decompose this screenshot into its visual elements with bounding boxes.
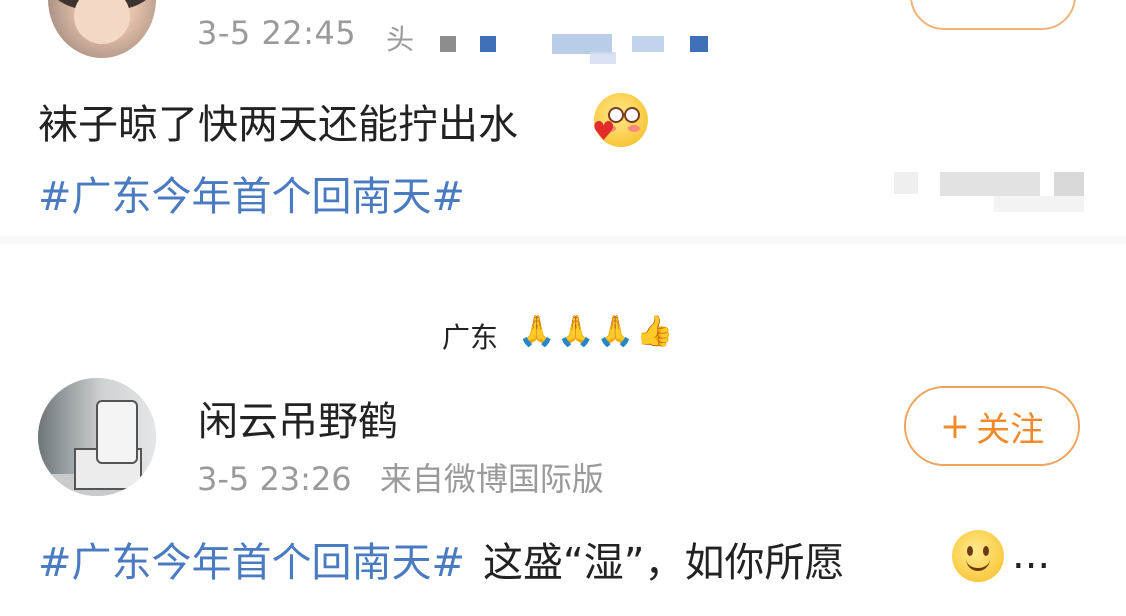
hashtag-link[interactable]: #广东今年首个回南天# xyxy=(38,540,465,586)
post-text: 这盛“湿”，如你所愿 xyxy=(483,540,845,586)
plus-icon: + xyxy=(939,405,971,447)
avatar[interactable] xyxy=(48,0,156,58)
post-source: 来自微博国际版 xyxy=(379,460,604,498)
blurred-content xyxy=(894,172,1090,212)
post-source: 头 xyxy=(386,23,415,56)
section-divider xyxy=(0,236,1126,244)
avatar-figure xyxy=(96,400,138,464)
post-body: #广东今年首个回南天# 这盛“湿”，如你所愿 xyxy=(38,530,844,588)
avatar-face xyxy=(74,0,130,44)
blushing-heart-emoji-icon: ♥ xyxy=(592,93,648,147)
post-timestamp: 3-5 22:45 xyxy=(197,14,357,52)
avatar[interactable] xyxy=(38,378,156,496)
username[interactable]: 闲云吊野鹤 xyxy=(198,389,398,447)
follow-button[interactable]: + 关注 xyxy=(904,386,1080,466)
hashtag-link[interactable]: #广东今年首个回南天# xyxy=(38,164,465,222)
smile-emoji-icon xyxy=(952,530,1004,582)
praying-hands-icon: 🙏🙏🙏👍 xyxy=(518,314,676,349)
follow-button[interactable] xyxy=(910,0,1076,30)
blurred-source xyxy=(440,34,800,66)
follow-label: 关注 xyxy=(976,409,1045,450)
more-ellipsis[interactable]: ... xyxy=(1012,532,1050,578)
post-meta: 3-5 23:26 来自微博国际版 xyxy=(197,454,604,500)
post-text: 袜子晾了快两天还能拧出水 xyxy=(38,102,518,148)
post-timestamp: 3-5 23:26 xyxy=(197,460,352,498)
reply-text: 广东 xyxy=(442,321,499,354)
